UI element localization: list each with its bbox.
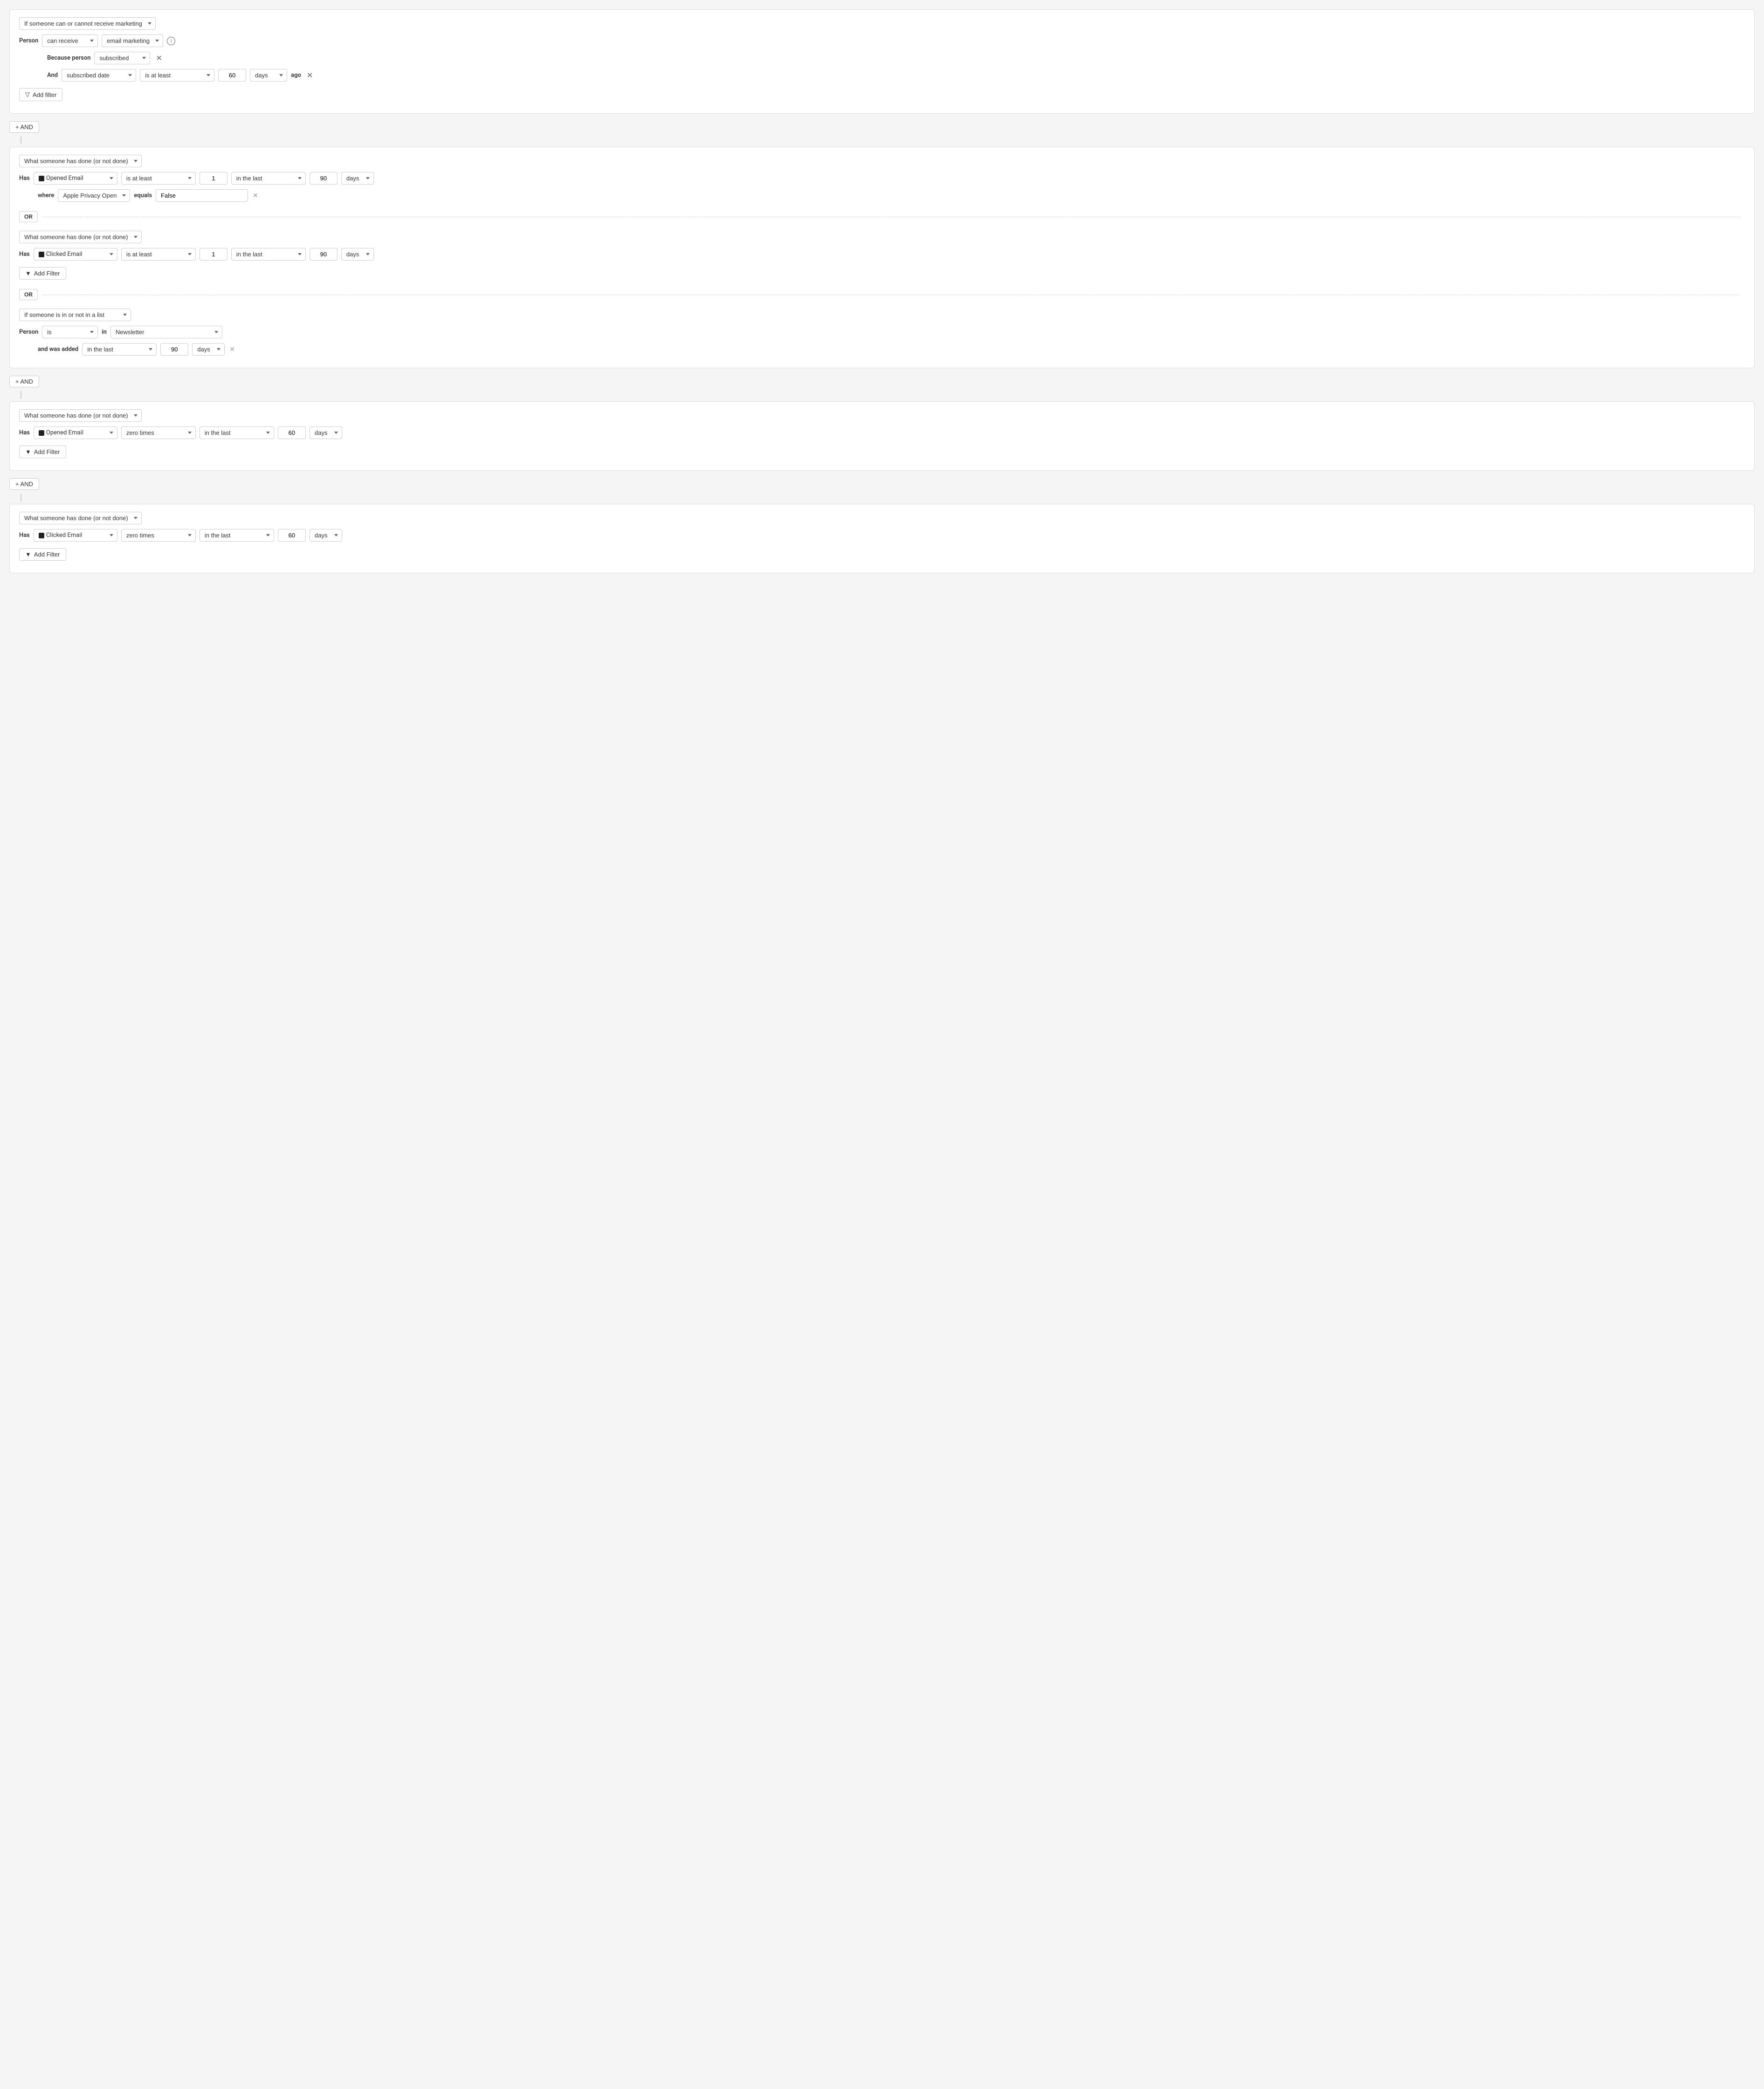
block4-event-select[interactable]: Clicked Email	[34, 529, 117, 542]
block3-time-value-input[interactable]	[278, 426, 306, 439]
block4-type-select[interactable]: What someone has done (or not done)	[19, 512, 142, 524]
block3-event-label: Opened Email	[46, 429, 83, 436]
block4-time-unit-select[interactable]: days	[310, 529, 342, 542]
sub2-event-label: Clicked Email	[46, 251, 83, 258]
block4-time-cond-select[interactable]: in the last	[200, 529, 274, 542]
block3-event-select[interactable]: Opened Email	[34, 426, 117, 439]
block3-time-cond-select[interactable]: in the last	[200, 426, 274, 439]
block4-filter-icon: ▼	[25, 551, 31, 558]
sub3-list-select[interactable]: Newsletter	[110, 326, 222, 338]
sub2-time-cond-select[interactable]: in the last	[231, 248, 306, 261]
sub2-condition-select[interactable]: is at least	[121, 248, 196, 261]
sub-block-opened-email: What someone has done (or not done) Has …	[19, 155, 1745, 202]
sub2-has-label: Has	[19, 251, 30, 258]
sub2-add-filter-label: Add Filter	[34, 270, 60, 277]
add-filter-button-block4[interactable]: ▼ Add Filter	[19, 548, 66, 561]
sub1-where-row: where Apple Privacy Open equals ✕	[38, 189, 1745, 202]
because-person-label: Because person	[47, 55, 90, 62]
condition-block-clicked-zero: What someone has done (or not done) Has …	[9, 504, 1755, 573]
block4-has-label: Has	[19, 532, 30, 539]
because-person-close[interactable]: ✕	[154, 55, 164, 62]
or-separator-1: OR	[19, 206, 1745, 227]
sub1-time-unit-select[interactable]: days	[341, 172, 374, 185]
sub3-was-added-value-input[interactable]	[160, 343, 188, 356]
sub2-count-input[interactable]	[200, 248, 227, 261]
sub1-event-label: Opened Email	[46, 175, 83, 182]
block4-event-label: Clicked Email	[46, 532, 83, 539]
person-receive-select[interactable]: can receive	[42, 34, 98, 47]
sub-block-clicked-email: What someone has done (or not done) Has …	[19, 231, 1745, 280]
sub3-person-is-select[interactable]: is	[42, 326, 98, 338]
add-filter-button-sub2[interactable]: ▼ Add Filter	[19, 267, 66, 280]
block3-add-filter-label: Add Filter	[34, 448, 60, 455]
sub1-has-label: Has	[19, 175, 30, 182]
sub1-where-field-select[interactable]: Apple Privacy Open	[58, 189, 130, 202]
and-filter-close[interactable]: ✕	[305, 72, 315, 79]
add-filter-button-block3[interactable]: ▼ Add Filter	[19, 446, 66, 458]
or-connector-1[interactable]: OR	[19, 211, 38, 222]
person-label: Person	[19, 37, 38, 44]
sub2-type-select[interactable]: What someone has done (or not done)	[19, 231, 142, 243]
block3-type-select[interactable]: What someone has done (or not done)	[19, 409, 142, 422]
ago-label: ago	[291, 72, 301, 79]
sub1-time-value-input[interactable]	[310, 172, 338, 185]
sub1-where-close[interactable]: ✕	[252, 192, 259, 199]
sub1-count-input[interactable]	[200, 172, 227, 185]
sub2-filter-icon: ▼	[25, 270, 31, 277]
info-icon[interactable]: i	[167, 37, 175, 45]
condition-block-activity-group: What someone has done (or not done) Has …	[9, 147, 1755, 368]
sub2-time-unit-select[interactable]: days	[341, 248, 374, 261]
condition-block-marketing: If someone can or cannot receive marketi…	[9, 9, 1755, 114]
filter-icon: ▽	[25, 91, 30, 98]
sub1-type-select[interactable]: What someone has done (or not done)	[19, 155, 142, 167]
sub3-was-added-label: and was added	[38, 346, 78, 353]
block3-has-label: Has	[19, 429, 30, 436]
sub2-time-value-input[interactable]	[310, 248, 338, 261]
sub-block-list: If someone is in or not in a list Person…	[19, 309, 1745, 356]
block3-condition-select[interactable]: zero times	[121, 426, 196, 439]
sub1-event-select[interactable]: Opened Email	[34, 172, 117, 185]
and-filter-value-input[interactable]	[218, 69, 246, 82]
and-connector-2[interactable]: + AND	[9, 376, 39, 387]
block3-time-unit-select[interactable]: days	[310, 426, 342, 439]
sub1-time-cond-select[interactable]: in the last	[231, 172, 306, 185]
and-label: And	[47, 72, 58, 79]
sub3-was-added-row: and was added in the last days ✕	[38, 343, 1745, 356]
and-connector-1[interactable]: + AND	[9, 121, 39, 133]
and-connector-3[interactable]: + AND	[9, 478, 39, 490]
or-separator-2: OR	[19, 284, 1745, 305]
add-filter-button-1[interactable]: ▽ Add filter	[19, 88, 62, 101]
and-filter-unit-select[interactable]: days	[250, 69, 287, 82]
condition-block-opened-zero: What someone has done (or not done) Has …	[9, 401, 1755, 471]
because-person-select[interactable]: subscribed	[94, 52, 150, 64]
sub3-person-label: Person	[19, 329, 38, 336]
sub1-where-label: where	[38, 192, 54, 199]
block3-event-icon	[39, 430, 44, 436]
sub3-in-label: in	[102, 329, 107, 336]
block4-add-filter-label: Add Filter	[34, 551, 60, 558]
sub1-equals-label: equals	[134, 192, 152, 199]
sub3-was-added-unit-select[interactable]: days	[192, 343, 225, 356]
marketing-channel-select[interactable]: email marketing	[102, 34, 163, 47]
sub1-where-value-input[interactable]	[156, 189, 248, 202]
block4-time-value-input[interactable]	[278, 529, 306, 542]
and-filter-field-select[interactable]: subscribed date	[62, 69, 136, 82]
block4-condition-select[interactable]: zero times	[121, 529, 196, 542]
marketing-type-select[interactable]: If someone can or cannot receive marketi…	[19, 17, 156, 30]
add-filter-label-1: Add filter	[33, 91, 56, 98]
sub2-event-select[interactable]: Clicked Email	[34, 248, 117, 261]
sub2-event-icon	[39, 252, 44, 257]
block3-filter-icon: ▼	[25, 448, 31, 455]
sub1-event-icon	[39, 176, 44, 181]
sub3-was-added-close[interactable]: ✕	[228, 346, 236, 353]
sub3-was-added-cond-select[interactable]: in the last	[82, 343, 157, 356]
sub3-type-select[interactable]: If someone is in or not in a list	[19, 309, 131, 321]
and-filter-condition-select[interactable]: is at least	[140, 69, 214, 82]
or-connector-2[interactable]: OR	[19, 289, 38, 300]
block4-event-icon	[39, 533, 44, 538]
sub1-condition-select[interactable]: is at least	[121, 172, 196, 185]
